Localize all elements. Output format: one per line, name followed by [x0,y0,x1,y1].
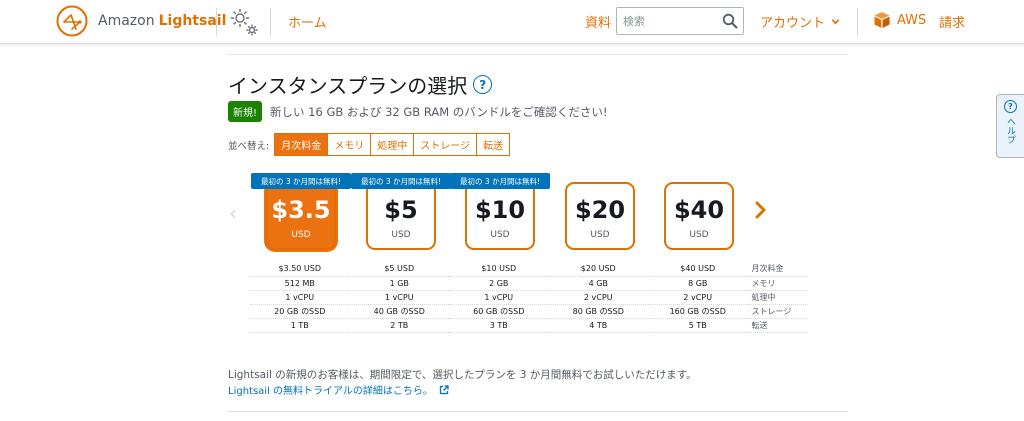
spec-cell: 512 MB [250,276,350,291]
help-panel-tab[interactable]: ? ヘルプ [996,94,1024,158]
divider [857,8,858,36]
plan-card-5[interactable]: $5 USD [366,182,436,250]
spec-cell: 80 GB のSSD [548,304,648,319]
aws-box-icon [874,12,890,28]
spec-label: ストレージ [747,304,808,319]
plan-price: $5 [384,196,418,224]
section-divider [228,411,848,412]
sort-option-processing[interactable]: 処理中 [370,133,415,156]
free-trial-badge: 最初の 3 か月間は無料! [251,173,351,189]
plan-currency: USD [391,230,411,240]
spec-cell: 2 vCPU [548,290,648,305]
spec-cell: $10 USD [449,262,549,277]
brand-name: Amazon Lightsail [98,13,227,29]
aws-console-link[interactable]: AWS [873,11,926,29]
plan-card-20[interactable]: $20 USD [565,182,635,250]
aws-label: AWS [897,12,927,28]
plan-price: $40 [673,196,725,224]
spec-cell: 160 GB のSSD [648,304,748,319]
spec-cell: $5 USD [349,262,449,277]
search-icon[interactable] [722,13,738,29]
plan-card-40[interactable]: $40 USD [664,182,734,250]
spec-label: 転送 [747,318,808,333]
help-icon: ? [1004,100,1017,113]
plan-currency: USD [291,230,311,240]
external-link-icon [439,384,449,394]
table-row: $3.50 USD $5 USD $10 USD $20 USD $40 USD… [250,262,808,277]
spec-cell: 2 vCPU [648,290,748,305]
spec-cell: 1 vCPU [349,290,449,305]
chevron-right-icon[interactable] [753,199,769,221]
free-trial-badge: 最初の 3 か月間は無料! [351,173,451,189]
spec-cell: 2 TB [349,318,449,333]
free-trial-description: Lightsail の新規のお客様は、期間限定で、選択したプランを 3 か月間無… [228,369,697,381]
spec-cell: $20 USD [548,262,648,277]
help-icon[interactable]: ? [473,75,493,94]
sort-option-memory[interactable]: メモリ [327,133,372,156]
spec-cell: 3 TB [449,318,549,333]
divider [270,8,271,36]
spec-label: 処理中 [747,290,808,305]
spec-cell: 1 TB [250,318,350,333]
lightsail-logo[interactable]: Amazon Lightsail [56,5,226,37]
table-row: 1 vCPU 1 vCPU 1 vCPU 2 vCPU 2 vCPU 処理中 [250,290,808,305]
gear-icon[interactable] [226,4,262,40]
new-badge: 新規! [228,101,263,122]
spec-cell: 1 vCPU [449,290,549,305]
spec-cell: 20 GB のSSD [250,304,350,319]
section-divider [228,54,848,55]
plan-price: $10 [474,196,526,224]
lightsail-logo-icon [56,5,88,37]
sort-controls: 並べ替え: 月次料金 メモリ 処理中 ストレージ 転送 [228,133,511,156]
plan-price: $3.5 [271,196,331,224]
spec-cell: $40 USD [648,262,748,277]
plan-card-10[interactable]: $10 USD [465,182,535,250]
page-title: インスタンスプランの選択 ? [228,70,493,99]
plan-currency: USD [590,230,610,240]
free-trial-link-text: Lightsail の無料トライアルの詳細はこちら。 [228,386,433,397]
new-bundles-text: 新しい 16 GB および 32 GB RAM のバンドルをご確認ください! [270,104,608,119]
search-input[interactable] [617,8,717,34]
sort-option-monthly-price[interactable]: 月次料金 [274,133,329,156]
nav-home-link[interactable]: ホーム [288,12,327,31]
spec-cell: 4 GB [548,276,648,291]
chevron-down-icon [831,19,840,25]
plan-specs-table: $3.50 USD $5 USD $10 USD $20 USD $40 USD… [250,262,808,333]
account-label: アカウント [760,16,826,31]
spec-cell: 4 TB [548,318,648,333]
new-bundles-notice: 新規! 新しい 16 GB および 32 GB RAM のバンドルをご確認くださ… [228,101,607,122]
free-trial-details-link[interactable]: Lightsail の無料トライアルの詳細はこちら。 [228,382,449,397]
spec-cell: $3.50 USD [250,262,350,277]
table-row: 1 TB 2 TB 3 TB 4 TB 5 TB 転送 [250,318,808,333]
spec-label: 月次料金 [747,262,808,277]
page-title-text: インスタンスプランの選択 [228,74,468,98]
free-trial-badge: 最初の 3 か月間は無料! [450,173,550,189]
table-row: 20 GB のSSD 40 GB のSSD 60 GB のSSD 80 GB の… [250,304,808,319]
nav-docs-link[interactable]: 資料 [585,12,611,31]
spec-cell: 8 GB [648,276,748,291]
top-navigation-bar: AmazonLightsail ホーム 資料 アカウント AWS 請求 [0,0,1024,44]
spec-label: メモリ [747,276,808,291]
sort-option-transfer[interactable]: 転送 [476,133,511,156]
nav-billing-link[interactable]: 請求 [939,12,965,31]
spec-cell: 1 GB [349,276,449,291]
spec-cell: 1 vCPU [250,290,350,305]
plan-currency: USD [689,230,709,240]
account-menu[interactable]: アカウント [760,12,840,31]
chevron-left-icon[interactable]: ‹ [229,201,237,225]
spec-cell: 40 GB のSSD [349,304,449,319]
spec-cell: 2 GB [449,276,549,291]
plan-card-3-5[interactable]: $3.5 USD [266,182,336,250]
sort-option-storage[interactable]: ストレージ [413,133,478,156]
table-row: 512 MB 1 GB 2 GB 4 GB 8 GB メモリ [250,276,808,291]
spec-cell: 60 GB のSSD [449,304,549,319]
plan-price: $20 [574,196,626,224]
spec-cell: 5 TB [648,318,748,333]
help-tab-label: ヘルプ [1005,117,1015,144]
search-box [616,7,744,35]
plan-currency: USD [490,230,510,240]
sort-label: 並べ替え: [228,140,270,152]
divider [216,8,217,36]
